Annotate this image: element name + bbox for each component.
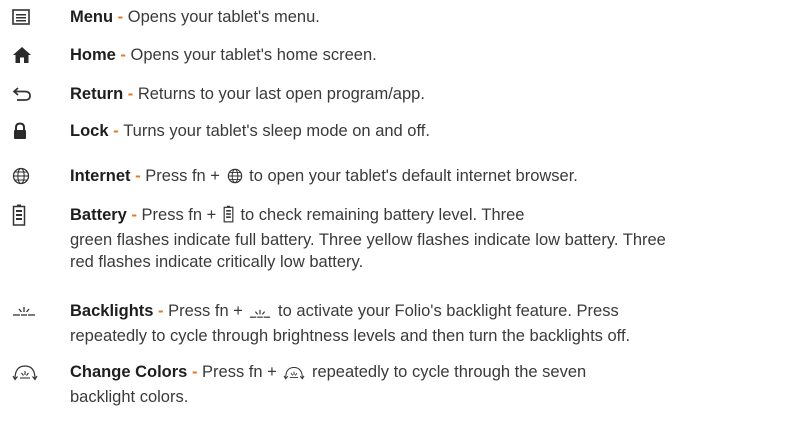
internet-icon <box>227 168 243 190</box>
home-icon <box>12 44 50 66</box>
item-post: to activate your Folio's backlight featu… <box>273 302 619 320</box>
item-separator: - <box>115 46 131 64</box>
item-text: Menu - Opens your tablet's menu. <box>70 6 782 28</box>
item-term: Lock <box>70 122 109 140</box>
item-term: Return <box>70 85 124 103</box>
fn-key-label: fn <box>191 167 206 185</box>
item-text: Lock - Turns your tablet's sleep mode on… <box>70 120 782 142</box>
change-colors-icon <box>12 361 50 383</box>
item-line-2: backlight colors. <box>70 388 189 406</box>
item-term: Menu <box>70 8 114 26</box>
item-line-3: red flashes indicate critically low batt… <box>70 253 364 271</box>
item-line-2: green flashes indicate full battery. Thr… <box>70 231 666 249</box>
item-line-1: Change Colors - Press fn + repeatedly to… <box>70 361 782 386</box>
item-term: Change Colors <box>70 363 188 381</box>
item-pre: Press <box>141 206 189 224</box>
plus-sign: + <box>205 167 225 185</box>
keyboard-shortcut-list: Menu - Opens your tablet's menu. Home - … <box>0 0 788 423</box>
battery-icon <box>223 205 234 229</box>
item-pre: Press <box>168 302 215 320</box>
item-description: Turns your tablet's sleep mode on and of… <box>123 122 430 140</box>
internet-icon <box>12 165 50 187</box>
item-term: Internet <box>70 167 131 185</box>
item-text: Battery - Press fn + to check remaining … <box>70 204 782 273</box>
item-pre: Press <box>202 363 249 381</box>
fn-key-label: fn <box>188 206 203 224</box>
fn-key-label: fn <box>214 302 229 320</box>
backlight-icon <box>12 300 50 322</box>
item-term: Backlights <box>70 302 154 320</box>
plus-sign: + <box>202 206 221 224</box>
item-separator: - <box>130 167 146 185</box>
item-description: Opens your tablet's menu. <box>127 8 320 26</box>
item-line-2: repeatedly to cycle through brightness l… <box>70 327 631 345</box>
item-separator: - <box>187 363 203 381</box>
item-description: Returns to your last open program/app. <box>137 85 425 103</box>
item-text: Backlights - Press fn + to activate your… <box>70 300 782 347</box>
plus-sign: + <box>228 302 248 320</box>
item-term: Battery <box>70 206 127 224</box>
item-line-1: Backlights - Press fn + to activate your… <box>70 300 782 325</box>
item-text: Change Colors - Press fn + repeatedly to… <box>70 361 782 408</box>
item-term: Home <box>70 46 116 64</box>
item-separator: - <box>153 302 169 320</box>
return-icon <box>12 83 50 105</box>
item-line-1: Battery - Press fn + to check remaining … <box>70 204 782 229</box>
item-separator: - <box>126 206 142 224</box>
item-text: Home - Opens your tablet's home screen. <box>70 44 782 66</box>
item-separator: - <box>113 8 128 26</box>
plus-sign: + <box>262 363 282 381</box>
backlight-icon <box>249 303 271 325</box>
item-description: Opens your tablet's home screen. <box>130 46 377 64</box>
item-pre: Press <box>145 167 192 185</box>
fn-key-label: fn <box>248 363 263 381</box>
item-post: repeatedly to cycle through the seven <box>307 363 587 381</box>
item-post: to check remaining battery level. Three <box>235 206 525 224</box>
battery-icon <box>12 204 50 226</box>
item-text: Return - Returns to your last open progr… <box>70 83 782 105</box>
lock-icon <box>12 120 50 142</box>
item-text: Internet - Press fn + to open your table… <box>70 165 782 190</box>
item-separator: - <box>108 122 124 140</box>
menu-icon <box>12 6 50 28</box>
item-separator: - <box>123 85 138 103</box>
item-post: to open your tablet's default internet b… <box>244 167 578 185</box>
change-colors-icon <box>283 364 305 386</box>
